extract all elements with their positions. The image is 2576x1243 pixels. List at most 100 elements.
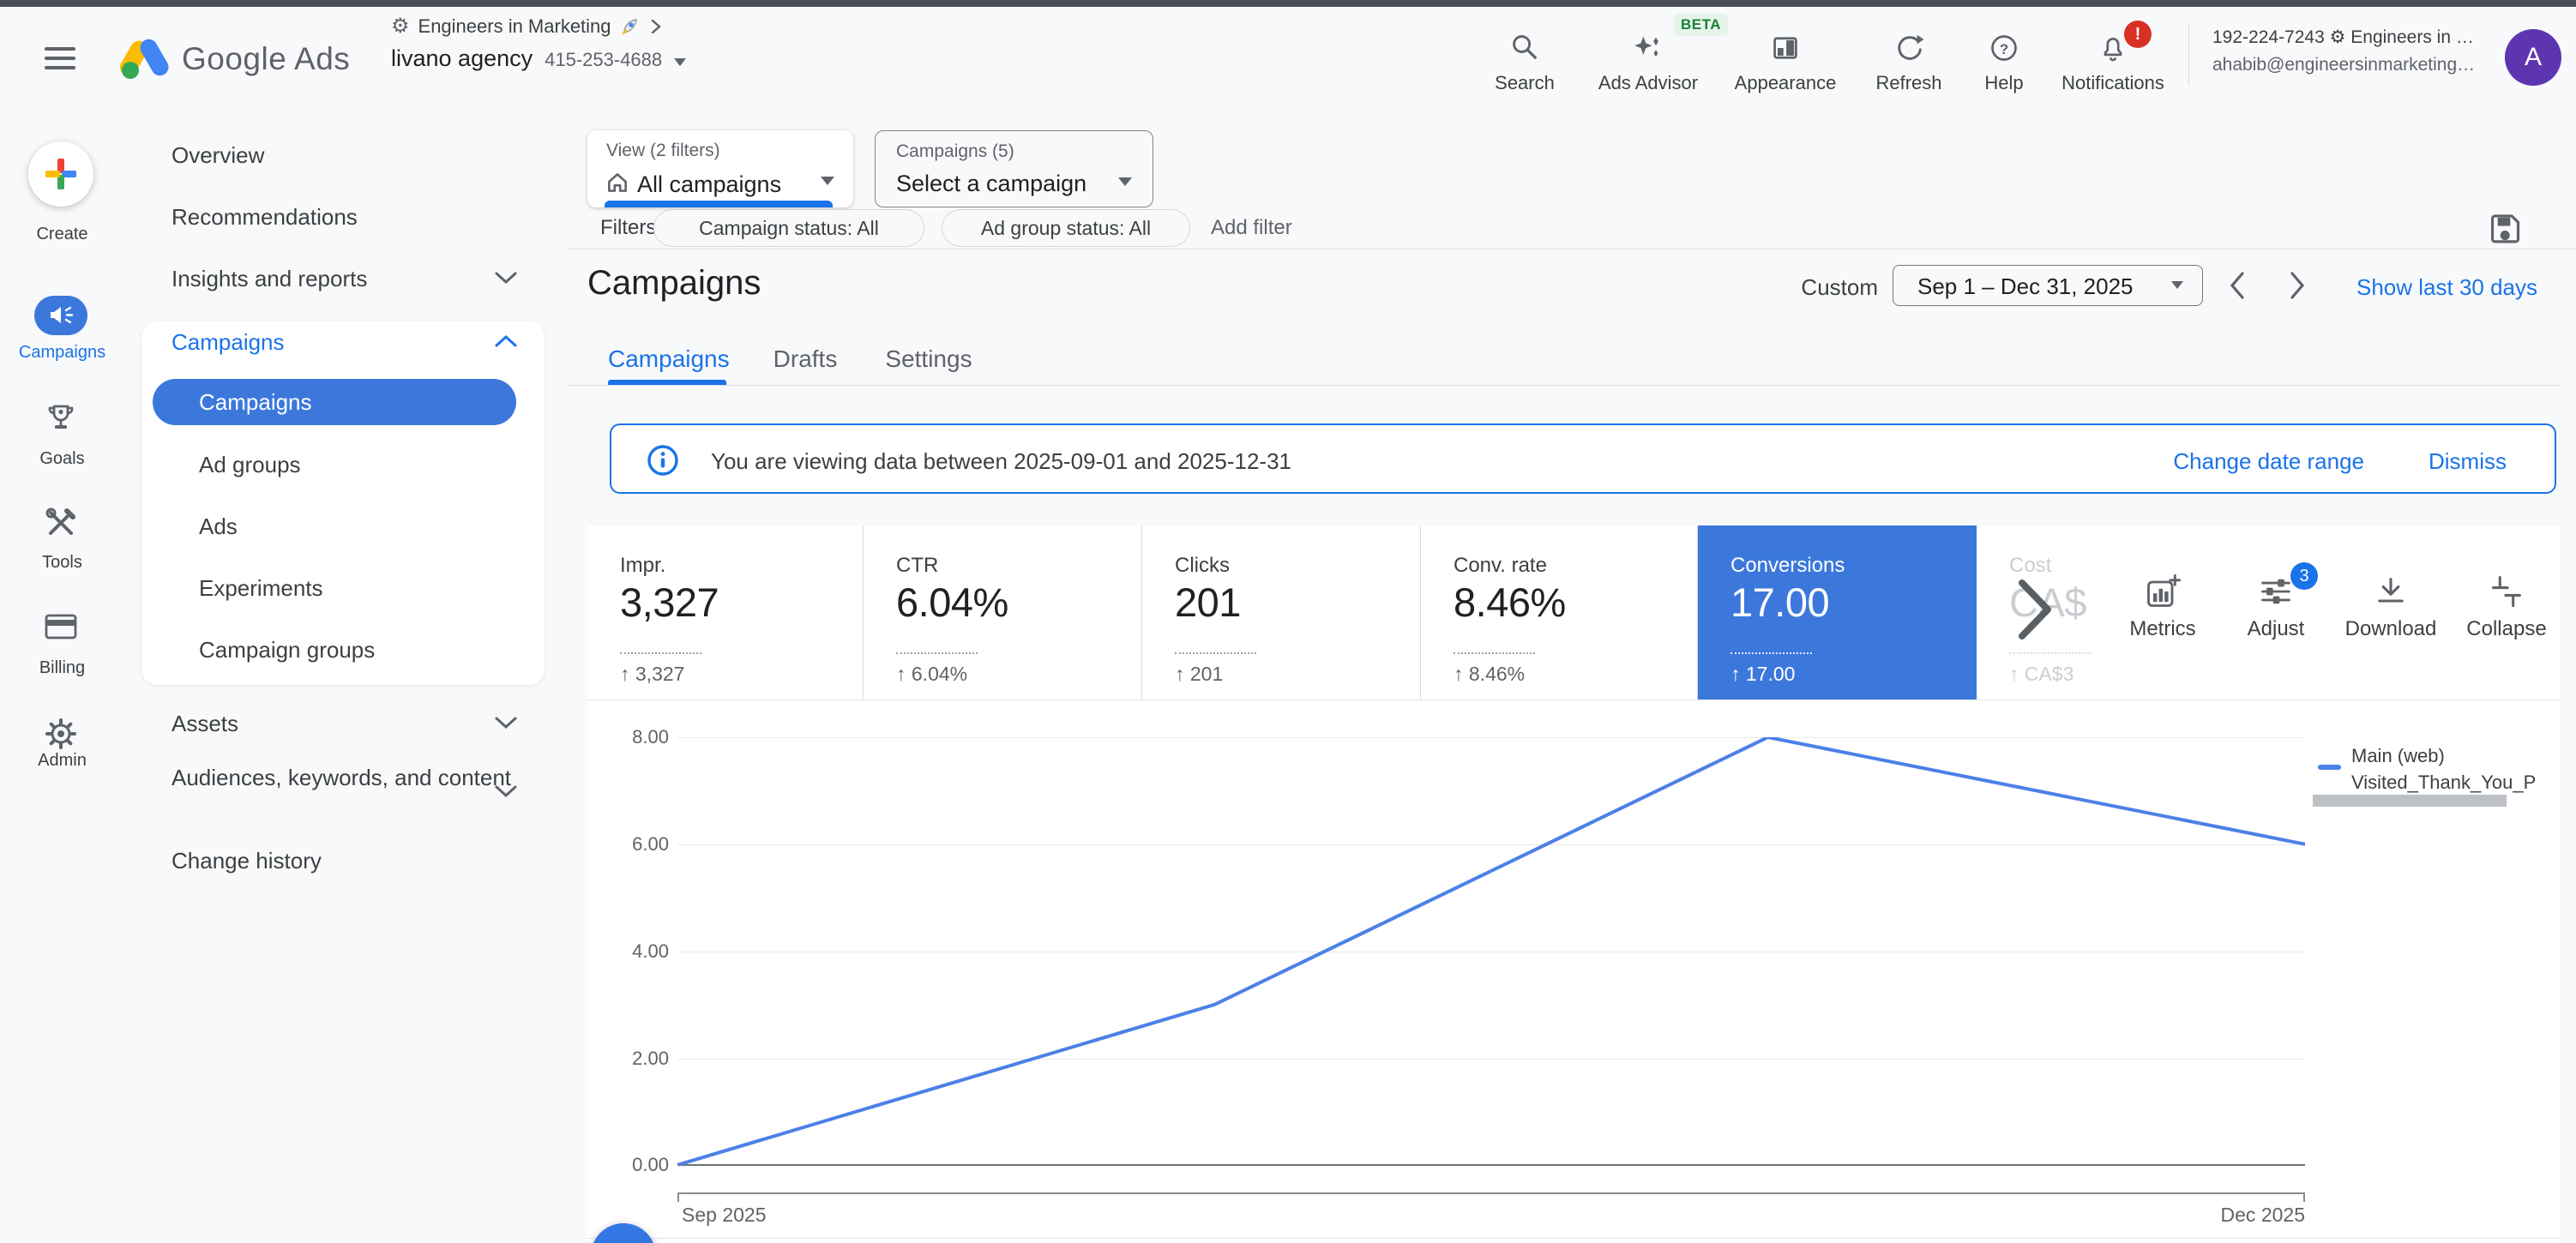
rail-item-tools[interactable] — [44, 506, 78, 540]
google-ads-app: Google Ads ⚙ Engineers in Marketing liva… — [0, 0, 2576, 1243]
account-id-line: 192-224-7243 ⚙ Engineers in … — [2212, 24, 2475, 51]
nav-item-recommendations[interactable]: Recommendations — [172, 204, 358, 231]
page-title: Campaigns — [587, 264, 761, 303]
ads-advisor-button[interactable]: Ads Advisor BETA — [1584, 33, 1712, 94]
nav-item-overview[interactable]: Overview — [172, 142, 264, 169]
rail-item-campaigns[interactable] — [34, 296, 87, 335]
rocket-icon — [620, 16, 641, 37]
menu-hamburger-icon[interactable] — [45, 41, 75, 75]
create-button[interactable] — [28, 141, 93, 207]
dismiss-link[interactable]: Dismiss — [2429, 448, 2507, 475]
filter-chip-campaign-status[interactable]: Campaign status: All — [653, 209, 924, 247]
change-date-range-link[interactable]: Change date range — [2173, 448, 2364, 475]
breadcrumb-account-name: Engineers in Marketing — [418, 15, 611, 38]
nav-item-assets[interactable]: Assets — [172, 711, 238, 737]
gear-icon — [44, 717, 78, 751]
download-icon — [2372, 573, 2410, 610]
ytick-2: 2.00 — [592, 1048, 669, 1070]
account-info[interactable]: 192-224-7243 ⚙ Engineers in … ahabib@eng… — [2212, 24, 2475, 79]
rail-item-tools-label: Tools — [0, 553, 124, 573]
rail-item-goals-label: Goals — [0, 449, 124, 469]
scorecard-impressions[interactable]: Impr. 3,327 ↑ 3,327 — [587, 525, 864, 700]
notification-count-badge: ! — [2124, 21, 2152, 48]
metrics-icon — [2144, 573, 2182, 610]
scorecard-ctr[interactable]: CTR 6.04% ↑ 6.04% — [864, 525, 1142, 700]
breadcrumb[interactable]: ⚙ Engineers in Marketing livano agency 4… — [391, 14, 686, 72]
nav-item-audiences-keywords-content[interactable]: Audiences, keywords, and content — [172, 762, 540, 793]
rail-item-create-label: Create — [0, 225, 124, 244]
show-last-30-days-link[interactable]: Show last 30 days — [2356, 274, 2537, 301]
info-icon — [646, 443, 680, 477]
gear-emoji-icon: ⚙ — [391, 14, 410, 39]
nav-group-campaigns-label[interactable]: Campaigns — [172, 329, 285, 356]
banner-message: You are viewing data between 2025-09-01 … — [711, 448, 1291, 475]
header-divider — [2188, 24, 2189, 86]
date-range-dropdown[interactable]: Sep 1 – Dec 31, 2025 — [1893, 265, 2203, 306]
collapse-button[interactable]: Collapse — [2442, 573, 2571, 641]
tabs-divider — [567, 385, 2560, 386]
xtick-dec: Dec 2025 — [2134, 1204, 2305, 1227]
add-filter-button[interactable]: Add filter — [1211, 216, 1292, 240]
collapse-icon — [2488, 573, 2525, 610]
tab-campaigns[interactable]: Campaigns — [608, 345, 726, 373]
nav-item-campaigns-selected[interactable]: Campaigns — [153, 379, 516, 425]
date-prev-chevron-icon[interactable] — [2226, 268, 2248, 303]
legend-marker — [2318, 765, 2341, 770]
insights-chevron-down-icon[interactable] — [493, 269, 519, 286]
view-dropdown-caret-icon — [821, 177, 834, 185]
rail-item-billing-label: Billing — [0, 658, 124, 678]
conversions-line-chart[interactable] — [677, 737, 2305, 1165]
legend-scrollbar[interactable] — [2313, 795, 2507, 807]
nav-item-ad-groups[interactable]: Ad groups — [199, 452, 301, 478]
metrics-button[interactable]: Metrics — [2098, 573, 2227, 641]
view-dropdown[interactable]: View (2 filters) All campaigns — [587, 130, 853, 207]
nav-item-experiments[interactable]: Experiments — [199, 575, 323, 602]
scorecards-next-chevron-icon[interactable] — [2017, 576, 2055, 643]
home-icon — [605, 170, 630, 195]
create-plus-icon — [42, 155, 80, 193]
ytick-0: 0.00 — [592, 1154, 669, 1176]
ytick-4: 4.00 — [592, 940, 669, 963]
rail-item-billing[interactable] — [44, 612, 78, 641]
nav-item-insights-reports[interactable]: Insights and reports — [172, 266, 367, 292]
rail-item-admin[interactable] — [44, 717, 78, 751]
legend-entry[interactable]: Main (web) Visited_Thank_You_P — [2351, 742, 2576, 796]
appearance-button[interactable]: Appearance — [1721, 33, 1850, 94]
scorecard-conversions-selected[interactable]: Conversions 17.00 ↑ 17.00 — [1698, 525, 1977, 700]
assets-chevron-down-icon[interactable] — [493, 714, 519, 731]
date-next-chevron-icon[interactable] — [2286, 268, 2308, 303]
nav-item-change-history[interactable]: Change history — [172, 848, 322, 874]
campaigns-chevron-up-icon[interactable] — [493, 333, 519, 350]
svg-text:?: ? — [2000, 41, 2008, 57]
refresh-icon — [1893, 33, 1924, 63]
campaign-dropdown-caret-icon — [1118, 177, 1132, 186]
view-dropdown-active-underline — [605, 201, 833, 207]
campaign-select-dropdown[interactable]: Campaigns (5) Select a campaign — [875, 130, 1153, 207]
search-button[interactable]: Search — [1460, 33, 1589, 94]
nav-item-ads[interactable]: Ads — [199, 513, 238, 540]
trophy-icon — [44, 401, 78, 437]
audiences-chevron-down-icon[interactable] — [493, 783, 519, 800]
x-axis-right-tick — [2303, 1192, 2305, 1202]
tab-drafts[interactable]: Drafts — [747, 345, 864, 373]
sparkle-icon — [1633, 33, 1664, 63]
google-ads-logo-icon — [118, 33, 170, 82]
scorecard-conv-rate[interactable]: Conv. rate 8.46% ↑ 8.46% — [1421, 525, 1698, 700]
campaigns-nav-group — [141, 321, 545, 685]
account-caret-icon[interactable] — [674, 58, 686, 66]
megaphone-icon — [47, 303, 75, 328]
filter-chip-ad-group-status[interactable]: Ad group status: All — [942, 209, 1190, 247]
scorecard-clicks[interactable]: Clicks 201 ↑ 201 — [1142, 525, 1421, 700]
download-button[interactable]: Download — [2326, 573, 2455, 641]
nav-item-campaign-groups[interactable]: Campaign groups — [199, 637, 375, 664]
adjust-button[interactable]: Adjust 3 — [2212, 573, 2340, 641]
tab-settings[interactable]: Settings — [870, 345, 987, 373]
avatar[interactable]: A — [2505, 29, 2561, 86]
save-icon[interactable] — [2485, 209, 2523, 247]
breadcrumb-chevron-right-icon — [649, 16, 663, 37]
rail-item-goals[interactable] — [44, 401, 78, 437]
sliders-icon — [2257, 573, 2295, 610]
notifications-button[interactable]: Notifications ! — [2049, 33, 2177, 94]
date-dropdown-caret-icon — [2171, 281, 2183, 289]
product-name: Google Ads — [182, 41, 350, 77]
